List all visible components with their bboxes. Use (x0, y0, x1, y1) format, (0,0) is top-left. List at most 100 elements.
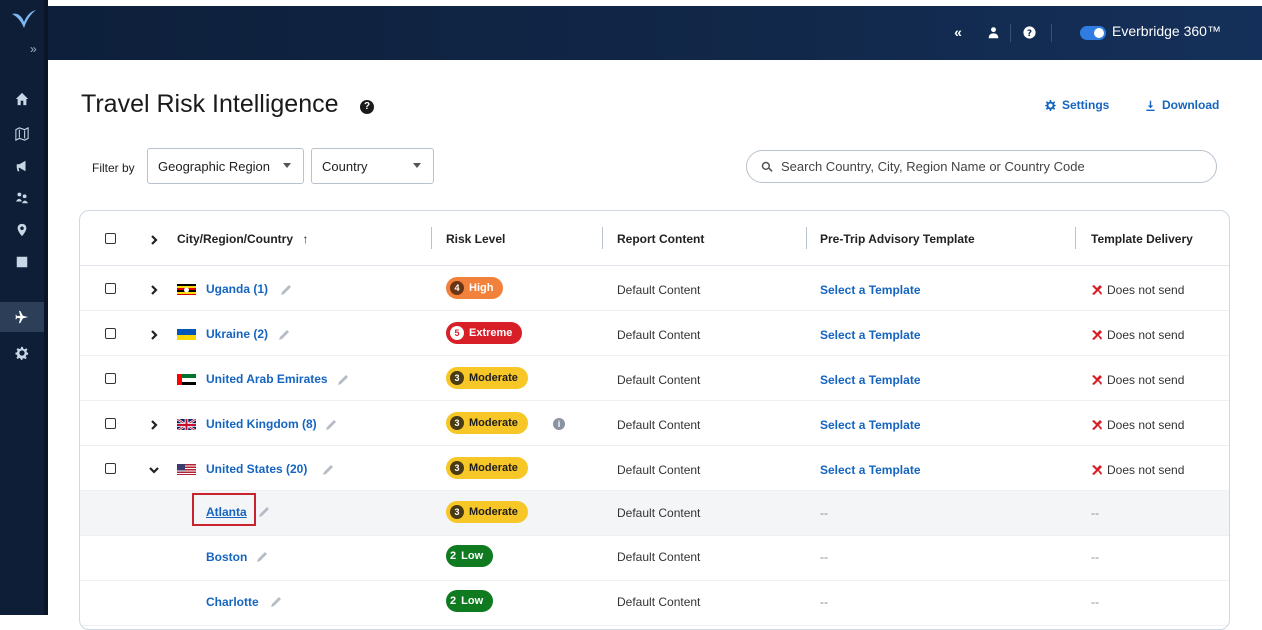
select-template-link[interactable]: Select a Template (820, 463, 921, 477)
app-logo-icon[interactable] (10, 8, 38, 32)
sidebar-item-people[interactable] (0, 183, 44, 213)
report-content: Default Content (617, 506, 701, 520)
template-delivery: Does not send (1091, 418, 1184, 432)
risk-badge: 4 High (446, 277, 504, 299)
user-icon[interactable] (983, 22, 1003, 42)
sidebar-item-home[interactable] (0, 84, 44, 114)
header-divider (1051, 24, 1052, 42)
no-send-icon (1092, 330, 1102, 340)
uganda-flag-icon (177, 283, 196, 295)
report-icon (16, 256, 28, 268)
table-row[interactable]: Boston 2 Low Default Content -- -- (80, 536, 1229, 581)
edit-pencil-icon[interactable] (337, 373, 349, 385)
risk-badge: 3 Moderate (446, 457, 528, 479)
country-link[interactable]: United Arab Emirates (206, 372, 328, 386)
sidebar-item-travel[interactable] (0, 302, 44, 332)
column-header-risk-level[interactable]: Risk Level (446, 232, 505, 246)
help-icon[interactable]: ? (1019, 22, 1039, 42)
table-row[interactable]: Charlotte 2 Low Default Content -- -- (80, 581, 1229, 626)
sidebar-nav: » (0, 0, 48, 615)
search-input[interactable] (781, 159, 1201, 174)
edit-pencil-icon[interactable] (325, 418, 337, 430)
ukraine-flag-icon (177, 328, 196, 340)
table-row[interactable]: Ukraine (2) 5 Extreme Default Content Sel… (80, 311, 1229, 356)
chevron-right-icon[interactable] (148, 418, 160, 430)
settings-label: Settings (1062, 98, 1110, 112)
collapse-icon[interactable]: « (948, 22, 968, 42)
title-help-icon[interactable]: ? (360, 100, 374, 114)
people-icon (15, 192, 29, 204)
sidebar-item-settings[interactable] (0, 338, 44, 368)
report-content: Default Content (617, 328, 701, 342)
delivery-empty: -- (1091, 506, 1099, 520)
column-header-city-region-country[interactable]: City/Region/Country ↑ (177, 232, 308, 246)
chevron-down-icon[interactable] (148, 463, 160, 475)
country-select[interactable]: Country (311, 148, 434, 184)
sidebar-item-reports[interactable] (0, 247, 44, 277)
column-divider (1075, 227, 1076, 249)
expand-all-chevron-icon[interactable] (148, 233, 160, 245)
chevron-right-icon[interactable] (148, 283, 160, 295)
table-row[interactable]: United Kingdom (8) 3 Moderate i Default C… (80, 401, 1229, 446)
gear-icon (15, 346, 29, 360)
template-empty: -- (820, 595, 828, 609)
country-link[interactable]: Uganda (1) (206, 282, 268, 296)
geographic-region-select[interactable]: Geographic Region (147, 148, 304, 184)
report-content: Default Content (617, 283, 701, 297)
select-template-link[interactable]: Select a Template (820, 373, 921, 387)
country-link[interactable]: Ukraine (2) (206, 327, 268, 341)
edit-pencil-icon[interactable] (258, 505, 270, 517)
no-send-icon (1092, 465, 1102, 475)
column-divider (602, 227, 603, 249)
edit-pencil-icon[interactable] (322, 463, 334, 475)
table-row[interactable]: United States (20) 3 Moderate Default Con… (80, 446, 1229, 491)
edit-pencil-icon[interactable] (278, 328, 290, 340)
risk-badge: 3 Moderate (446, 367, 528, 389)
search-box[interactable] (746, 150, 1217, 183)
report-content: Default Content (617, 595, 701, 609)
report-content: Default Content (617, 463, 701, 477)
row-checkbox[interactable] (105, 373, 116, 384)
chevron-down-icon (283, 163, 291, 168)
download-link[interactable]: Download (1145, 98, 1219, 112)
table-row[interactable]: Uganda (1) 4 High Default Content Select … (80, 266, 1229, 311)
chevron-right-icon[interactable] (148, 328, 160, 340)
country-value: Country (322, 158, 368, 174)
select-template-link[interactable]: Select a Template (820, 328, 921, 342)
sidebar-item-notifications[interactable] (0, 151, 44, 181)
row-checkbox[interactable] (105, 283, 116, 294)
country-link[interactable]: United Kingdom (8) (206, 417, 317, 431)
select-template-link[interactable]: Select a Template (820, 283, 921, 297)
column-header-template-delivery[interactable]: Template Delivery (1091, 232, 1193, 246)
theme-toggle[interactable] (1080, 26, 1106, 40)
table-row[interactable]: United Arab Emirates 3 Moderate Default C… (80, 356, 1229, 401)
template-delivery: Does not send (1091, 283, 1184, 297)
edit-pencil-icon[interactable] (270, 595, 282, 607)
city-link[interactable]: Charlotte (206, 595, 259, 609)
country-link[interactable]: United States (20) (206, 462, 307, 476)
row-checkbox[interactable] (105, 418, 116, 429)
sidebar-item-map[interactable] (0, 119, 44, 149)
uae-flag-icon (177, 373, 196, 385)
edit-pencil-icon[interactable] (256, 550, 268, 562)
select-template-link[interactable]: Select a Template (820, 418, 921, 432)
info-icon[interactable]: i (553, 418, 565, 430)
risk-badge: 5 Extreme (446, 322, 523, 344)
report-content: Default Content (617, 418, 701, 432)
download-icon (1146, 100, 1155, 111)
no-send-icon (1092, 420, 1102, 430)
column-header-report-content[interactable]: Report Content (617, 232, 704, 246)
row-checkbox[interactable] (105, 463, 116, 474)
row-checkbox[interactable] (105, 328, 116, 339)
megaphone-icon (16, 160, 26, 172)
settings-link[interactable]: Settings (1045, 98, 1109, 112)
column-divider (431, 227, 432, 249)
column-divider (806, 227, 807, 249)
city-link[interactable]: Boston (206, 550, 247, 564)
select-all-checkbox[interactable] (105, 233, 116, 244)
column-header-pre-trip-template[interactable]: Pre-Trip Advisory Template (820, 232, 975, 246)
risk-badge: 3 Moderate (446, 501, 528, 523)
sort-ascending-icon: ↑ (302, 232, 309, 246)
edit-pencil-icon[interactable] (280, 283, 292, 295)
sidebar-item-location[interactable] (0, 215, 44, 245)
